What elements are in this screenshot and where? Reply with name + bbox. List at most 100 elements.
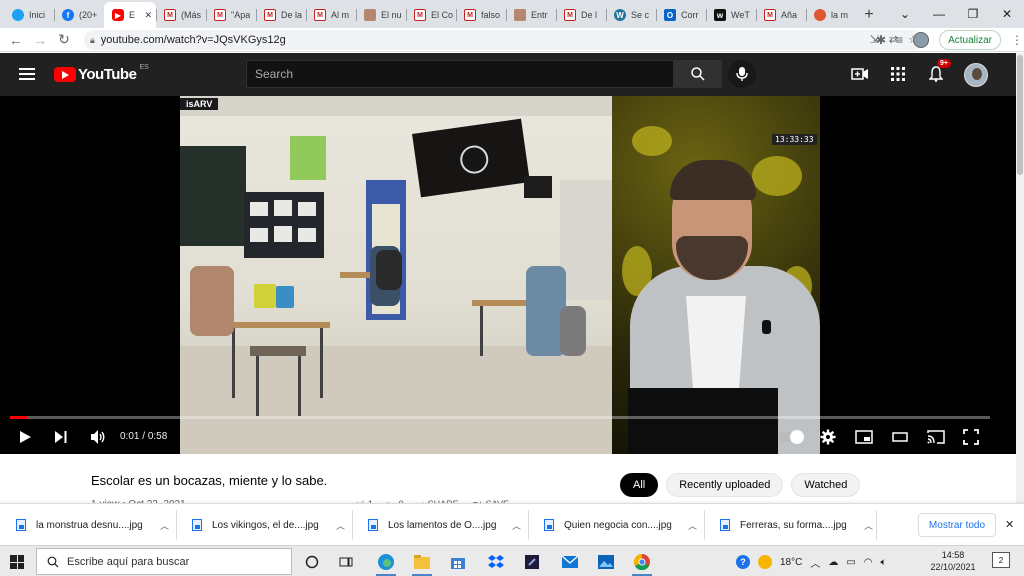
page-scrollbar[interactable] — [1016, 53, 1024, 503]
download-item[interactable]: Los lamentos de O....jpg ︿ — [352, 512, 526, 538]
browser-tab[interactable]: M (Más — [156, 2, 206, 28]
browser-tab[interactable]: w WeT — [706, 2, 756, 28]
youtube-logo[interactable]: YouTube ES — [54, 64, 149, 83]
mail-icon[interactable] — [556, 550, 584, 574]
browser-tab[interactable]: El nu — [356, 2, 406, 28]
taskbar-search-input[interactable]: Escribe aquí para buscar — [36, 548, 292, 575]
taskbar-clock[interactable]: 14:58 22/10/2021 — [928, 549, 978, 573]
download-item[interactable]: la monstrua desnu....jpg ︿ — [0, 512, 174, 538]
browser-tab[interactable]: la m — [806, 2, 856, 28]
theater-mode-button[interactable] — [892, 432, 908, 442]
wifi-icon[interactable]: ◠ — [864, 557, 873, 568]
tab-label: (Más — [181, 10, 201, 20]
fullscreen-button[interactable] — [963, 429, 979, 445]
browser-toolbar: ← → ↻ 🔒︎ youtube.com/watch?v=JQsVKGys12g… — [0, 28, 1024, 52]
mute-button[interactable] — [90, 429, 106, 445]
account-avatar[interactable] — [964, 63, 988, 87]
store-icon[interactable] — [444, 550, 472, 574]
youtube-wordmark: YouTube — [78, 66, 137, 83]
download-item[interactable]: Ferreras, su forma....jpg ︿ — [704, 512, 878, 538]
task-view-icon[interactable] — [332, 550, 360, 574]
app-icon[interactable] — [518, 550, 546, 574]
create-video-icon[interactable] — [850, 64, 870, 84]
back-icon[interactable]: ← — [4, 32, 28, 48]
close-shelf-icon[interactable]: ✕ — [1005, 518, 1014, 531]
browser-tab[interactable]: O Corr — [656, 2, 706, 28]
chip-watched[interactable]: Watched — [791, 473, 861, 497]
chevron-up-icon[interactable]: ︿ — [810, 555, 820, 570]
chevron-up-icon[interactable]: ︿ — [336, 519, 345, 532]
restore-icon[interactable]: ❐ — [956, 7, 990, 21]
reload-icon[interactable]: ↻ — [52, 31, 76, 48]
menu-kebab-icon[interactable]: ⋮ — [1011, 33, 1023, 47]
scrollbar-thumb[interactable] — [1017, 55, 1023, 175]
browser-tab[interactable]: W Se c — [606, 2, 656, 28]
play-button[interactable] — [18, 430, 32, 444]
browser-tab[interactable]: M Al m — [306, 2, 356, 28]
image-file-icon — [192, 519, 202, 531]
file-explorer-icon[interactable] — [408, 550, 436, 576]
browser-tab[interactable]: Mfalso — [456, 2, 506, 28]
edge-icon[interactable] — [372, 550, 400, 576]
address-bar[interactable]: 🔒︎ youtube.com/watch?v=JQsVKGys12g ⇲ ⇄ ☆ — [84, 30, 924, 50]
chevron-up-icon[interactable]: ︿ — [688, 519, 697, 532]
gmail-icon: M — [414, 9, 426, 21]
settings-button[interactable] — [820, 429, 836, 445]
browser-tab[interactable]: Inici — [4, 2, 54, 28]
browser-tab[interactable]: f (20+ — [54, 2, 104, 28]
browser-tab[interactable]: M De l — [556, 2, 606, 28]
windows-start-icon[interactable] — [10, 555, 24, 569]
extensions-icon[interactable]: ✱ — [876, 33, 886, 47]
minimize-icon[interactable]: — — [922, 7, 956, 21]
download-item[interactable]: Los vikingos, el de....jpg ︿ — [176, 512, 350, 538]
notifications-bell-icon[interactable]: 9+ — [926, 59, 951, 84]
tab-search-icon[interactable]: ⌄ — [888, 7, 922, 21]
profile-avatar[interactable] — [913, 32, 930, 48]
browser-tab[interactable]: M Aña — [756, 2, 806, 28]
chrome-icon[interactable] — [628, 550, 656, 576]
show-all-downloads-button[interactable]: Mostrar todo — [918, 513, 996, 537]
apps-grid-icon[interactable] — [888, 64, 908, 84]
chip-all[interactable]: All — [620, 473, 659, 497]
photos-icon[interactable] — [592, 550, 620, 574]
cast-button[interactable] — [927, 430, 945, 444]
search-button[interactable] — [674, 60, 722, 88]
search-input[interactable]: Search — [246, 60, 674, 88]
action-center-icon[interactable]: 2 — [992, 552, 1010, 568]
chevron-up-icon[interactable]: ︿ — [512, 519, 521, 532]
download-item[interactable]: Quien negocia con....jpg ︿ — [528, 512, 702, 538]
browser-tab[interactable]: M El Co — [406, 2, 456, 28]
battery-icon[interactable]: ▭ — [846, 557, 855, 568]
browser-tab[interactable]: Entr — [506, 2, 556, 28]
chevron-up-icon[interactable]: ︿ — [160, 519, 169, 532]
close-tab-icon[interactable]: ✕ — [144, 10, 152, 21]
browser-tab[interactable]: M "Apa — [206, 2, 256, 28]
close-window-icon[interactable]: ✕ — [990, 7, 1024, 21]
tab-label: Se c — [631, 10, 650, 20]
cortana-icon[interactable] — [298, 550, 326, 574]
reading-list-icon[interactable]: ≡ — [896, 33, 903, 47]
chevron-up-icon[interactable]: ︿ — [864, 519, 873, 532]
help-icon[interactable]: ? — [736, 555, 750, 569]
miniplayer-button[interactable] — [855, 430, 873, 444]
forward-icon[interactable]: → — [28, 32, 52, 48]
dropbox-icon[interactable] — [482, 550, 510, 574]
autoplay-toggle[interactable] — [778, 430, 804, 444]
menu-hamburger-icon[interactable] — [19, 68, 35, 80]
browser-tab-active[interactable]: ▶ E ✕ — [104, 2, 156, 28]
update-button[interactable]: Actualizar — [939, 30, 1001, 50]
video-player[interactable]: isARV 13:33:33 0:01 / 0:58 — [0, 96, 1016, 454]
new-tab-button[interactable]: + — [856, 2, 882, 28]
chip-recently-uploaded[interactable]: Recently uploaded — [666, 473, 784, 497]
weather-sun-icon[interactable] — [758, 555, 772, 569]
temperature[interactable]: 18°C — [780, 557, 802, 568]
video-frame[interactable]: isARV 13:33:33 — [180, 96, 820, 454]
seek-bar-played — [10, 416, 27, 419]
next-button[interactable] — [54, 430, 68, 444]
lock-icon[interactable]: 🔒︎ — [90, 35, 95, 46]
browser-tab[interactable]: M De la — [256, 2, 306, 28]
cloud-icon[interactable]: ☁ — [828, 557, 838, 568]
speaker-icon[interactable]: 🔈︎ — [881, 557, 887, 568]
voice-search-button[interactable] — [728, 60, 756, 88]
seek-bar[interactable] — [10, 416, 990, 419]
